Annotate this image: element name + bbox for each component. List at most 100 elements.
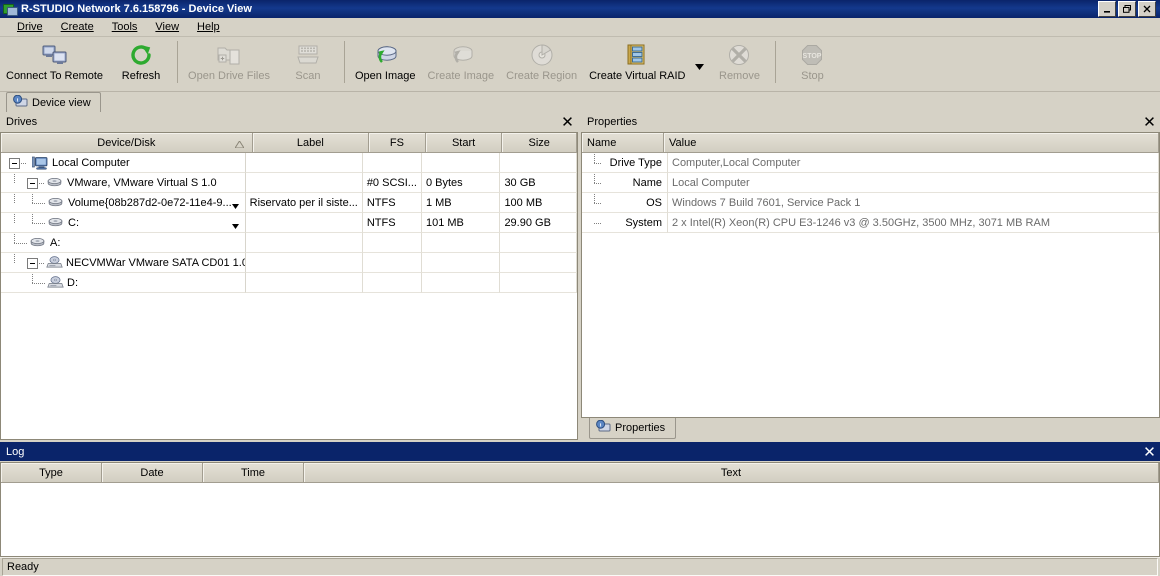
drive-name-label: D: (67, 276, 78, 289)
drive-cell-name[interactable]: D: (1, 273, 246, 293)
restore-button[interactable] (1118, 1, 1136, 17)
drive-cell-name[interactable]: Local Computer (1, 153, 246, 173)
column-header-log-type[interactable]: Type (1, 463, 102, 483)
column-header-label[interactable]: Label (252, 133, 370, 153)
property-name-label: OS (646, 196, 662, 209)
remove-icon (727, 42, 751, 68)
open-drive-files-label: Open Drive Files (188, 70, 270, 82)
table-row[interactable]: System 2 x Intel(R) Xeon(R) CPU E3-1246 … (582, 213, 1159, 233)
create-region-button[interactable]: Create Region (500, 39, 583, 90)
drives-pane: Drives Device/Disk Label FS Start Size L… (0, 112, 578, 440)
property-name-cell: System (582, 213, 668, 233)
column-header-size[interactable]: Size (502, 133, 577, 153)
table-row[interactable]: C: NTFS 101 MB 29.90 GB (1, 213, 577, 233)
column-header-label-label: Label (296, 136, 324, 149)
drive-cell-name[interactable]: A: (1, 233, 246, 253)
chevron-down-icon (694, 61, 704, 73)
column-header-prop-value[interactable]: Value (664, 133, 1159, 153)
log-panel-close-icon[interactable] (1142, 445, 1156, 459)
drive-name-label: Volume{08b287d2-0e72-11e4-9... (68, 196, 232, 209)
drive-cell-start: 0 Bytes (421, 173, 501, 193)
menu-tools-label: Tools (111, 21, 138, 33)
create-image-button[interactable]: Create Image (422, 39, 501, 90)
create-image-label: Create Image (427, 70, 495, 82)
drive-cell-name[interactable]: Volume{08b287d2-0e72-11e4-9... (1, 193, 246, 213)
table-row[interactable]: Drive Type Computer,Local Computer (582, 153, 1159, 173)
close-button[interactable] (1138, 1, 1156, 17)
table-row[interactable]: VMware, VMware Virtual S 1.0 #0 SCSI... … (1, 173, 577, 193)
connect-to-remote-button[interactable]: Connect To Remote (0, 39, 109, 90)
log-panel-title: Log (0, 442, 1160, 462)
row-dropdown-icon[interactable] (231, 200, 239, 212)
drive-cell-name[interactable]: NECVMWar VMware SATA CD01 1.00 (1, 253, 246, 273)
table-row[interactable]: D: (1, 273, 577, 293)
scan-button[interactable]: Scan (276, 39, 340, 90)
drive-cell-label: Riservato per il siste... (245, 193, 363, 213)
remove-button[interactable]: Remove (707, 39, 771, 90)
connect-remote-icon (42, 42, 68, 68)
table-row[interactable]: OS Windows 7 Build 7601, Service Pack 1 (582, 193, 1159, 213)
application-window: R-STUDIO Network 7.6.158796 - Device Vie… (0, 0, 1160, 576)
disk-icon (47, 197, 64, 208)
menu-tools[interactable]: Tools (103, 20, 147, 34)
refresh-icon (129, 42, 153, 68)
drive-cell-start: 101 MB (421, 213, 501, 233)
column-header-log-text[interactable]: Text (304, 463, 1159, 483)
create-virtual-raid-button[interactable]: Create Virtual RAID (583, 39, 691, 90)
column-header-fs[interactable]: FS (369, 133, 426, 153)
drive-cell-start (421, 233, 501, 253)
drive-cell-fs: NTFS (362, 193, 422, 213)
open-drive-files-button[interactable]: Open Drive Files (182, 39, 276, 90)
create-virtual-raid-dropdown[interactable] (691, 39, 707, 91)
drives-grid-header: Device/Disk Label FS Start Size (1, 133, 577, 153)
drives-panel-title: Drives (0, 112, 578, 132)
window-controls (1098, 1, 1158, 17)
drive-cell-size: 30 GB (500, 173, 577, 193)
column-header-log-time-label: Time (240, 466, 266, 479)
create-region-label: Create Region (506, 70, 578, 82)
drive-cell-name[interactable]: C: (1, 213, 246, 233)
drive-cell-size (500, 273, 577, 293)
tab-properties[interactable]: i Properties (589, 418, 677, 439)
column-header-fs-label: FS (389, 136, 404, 149)
menu-help[interactable]: Help (188, 20, 229, 34)
column-header-prop-name[interactable]: Name (582, 133, 664, 153)
log-panel-title-label: Log (6, 445, 25, 458)
toolbar-separator (343, 41, 345, 83)
sort-asc-icon (233, 139, 245, 151)
table-row[interactable]: Name Local Computer (582, 173, 1159, 193)
property-name-cell: Drive Type (582, 153, 668, 173)
menu-drive[interactable]: Drive (8, 20, 52, 34)
column-header-start[interactable]: Start (425, 133, 503, 153)
column-header-device-disk[interactable]: Device/Disk (1, 133, 253, 153)
device-view-icon: i (13, 94, 28, 111)
properties-panel-close-icon[interactable] (1142, 115, 1156, 129)
create-region-icon (530, 42, 554, 68)
menu-view[interactable]: View (146, 20, 188, 34)
menu-create[interactable]: Create (52, 20, 103, 34)
column-header-log-date[interactable]: Date (102, 463, 203, 483)
table-row[interactable]: NECVMWar VMware SATA CD01 1.00 (1, 253, 577, 273)
property-name-cell: OS (582, 193, 668, 213)
log-pane: Log Type Date Time Text (0, 440, 1160, 557)
drive-cell-name[interactable]: VMware, VMware Virtual S 1.0 (1, 173, 246, 193)
row-dropdown-icon[interactable] (231, 220, 239, 232)
stop-button[interactable]: STOP Stop (780, 39, 844, 90)
drive-cell-size (500, 253, 577, 273)
table-row[interactable]: A: (1, 233, 577, 253)
drives-panel-close-icon[interactable] (560, 115, 574, 129)
column-header-log-time[interactable]: Time (203, 463, 304, 483)
virtual-raid-icon (626, 42, 648, 68)
minimize-button[interactable] (1098, 1, 1116, 17)
status-text: Ready (2, 558, 1158, 576)
tab-device-view[interactable]: i Device view (6, 92, 101, 112)
refresh-button[interactable]: Refresh (109, 39, 173, 90)
toolbar-separator (775, 41, 777, 83)
table-row[interactable]: Local Computer (1, 153, 577, 173)
open-image-button[interactable]: Open Image (349, 39, 422, 90)
table-row[interactable]: Volume{08b287d2-0e72-11e4-9... Riservato… (1, 193, 577, 213)
column-header-device-disk-label: Device/Disk (97, 136, 156, 149)
window-title: R-STUDIO Network 7.6.158796 - Device Vie… (21, 3, 252, 15)
scan-icon (296, 42, 320, 68)
computer-icon (31, 156, 48, 170)
